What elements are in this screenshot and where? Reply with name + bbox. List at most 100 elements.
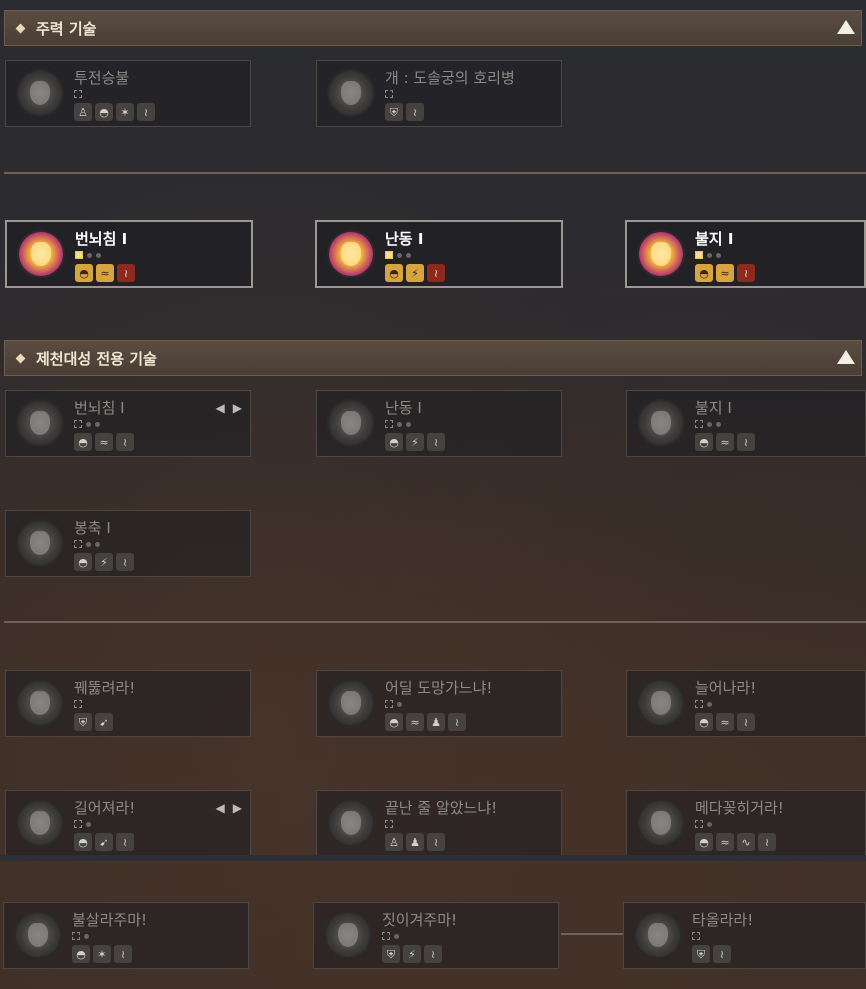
section-header-exclusive-skills[interactable]: 제천대성 전용 기술 [4,340,862,376]
skill-level [385,819,393,829]
skill-card[interactable]: 봉축 I ◓ ⚡ ≀ [5,510,251,577]
divider [4,172,866,174]
shield-icon: ⛨ [382,945,400,963]
skill-icon [639,801,683,845]
skill-name: 꿰뚫려라! [74,679,136,697]
wave-icon: ≈ [716,264,734,282]
skill-level [382,931,399,941]
skill-level [695,250,721,260]
skill-card[interactable]: 번뇌침 I ◀ ▶ ◓ ≈ ≀ [5,390,251,457]
skill-icon [639,681,683,725]
wave-icon: ≈ [716,833,734,851]
skill-name: 불살라주마! [72,911,148,929]
skill-card[interactable]: 길어져라! ◀ ▶ ◓ ➹ ≀ [5,790,251,857]
skill-card[interactable]: 불지 I ◓ ≈ ≀ [626,390,866,457]
skill-level [74,699,82,709]
skill-icon [16,913,60,957]
skill-icon [18,681,62,725]
claw-icon: ≀ [424,945,442,963]
skill-icon [326,913,370,957]
skill-name: 불지 I [695,399,732,417]
divider [4,621,866,623]
skill-name: 타올라라! [692,911,754,929]
skill-level [695,819,712,829]
skill-card[interactable]: 난동 I ◓ ⚡ ≀ [316,390,562,457]
next-arrow-icon[interactable]: ▶ [233,401,242,415]
shield-icon: ⛨ [692,945,710,963]
skill-name: 난동 I [385,399,422,417]
skill-name: 길어져라! [74,799,136,817]
mask-icon: ◓ [74,553,92,571]
claw-icon: ≀ [448,713,466,731]
skill-card[interactable]: 메다꽂히거라! ◓ ≈ ∿ ≀ [626,790,866,857]
shield-icon: ⛨ [74,713,92,731]
skill-icon [18,401,62,445]
skill-icon [639,232,683,276]
section-header-main-skills[interactable]: 주력 기술 [4,10,862,46]
mask-icon: ◓ [74,433,92,451]
skill-card[interactable]: 꿰뚫려라! ⛨ ➹ [5,670,251,737]
strike-icon: ⚡ [406,433,424,451]
mask-icon: ◓ [695,713,713,731]
skill-card[interactable]: 타올라라! ⛨ ≀ [623,902,866,969]
skill-name: 난동 I [385,230,424,248]
skill-level [695,699,712,709]
skill-level [74,819,91,829]
skill-name: 번뇌침 I [74,399,125,417]
claw-icon: ≀ [116,553,134,571]
skill-card[interactable]: 끝난 줄 알았느냐! ♙ ♟ ≀ [316,790,562,857]
claw-icon: ≀ [114,945,132,963]
next-arrow-icon[interactable]: ▶ [233,801,242,815]
skill-name: 번뇌침 I [75,230,128,248]
tiger-icon: ✶ [93,945,111,963]
skill-name: 늘어나라! [695,679,757,697]
skill-name: 불지 I [695,230,734,248]
skill-name: 메다꽂히거라! [695,799,784,817]
prev-arrow-icon[interactable]: ◀ [216,401,225,415]
claw-icon: ≀ [117,264,135,282]
skill-level [692,931,700,941]
skill-card-active[interactable]: 불지 I ◓ ≈ ≀ [625,220,866,288]
claw-icon: ≀ [737,713,755,731]
skill-level [385,89,393,99]
section-title: 제천대성 전용 기술 [36,349,157,368]
collapse-arrow-icon[interactable] [837,20,855,34]
mask-icon: ◓ [695,433,713,451]
skill-level [74,419,100,429]
claw-icon: ≀ [116,833,134,851]
skill-icon [18,71,62,115]
skill-card[interactable]: 짓이겨주마! ⛨ ⚡ ≀ [313,902,559,969]
skill-level [74,539,100,549]
skill-icon [329,801,373,845]
skill-name: 투전승불 [74,69,130,87]
section-title: 주력 기술 [36,19,97,38]
strike-icon: ⚡ [403,945,421,963]
collapse-arrow-icon[interactable] [837,350,855,364]
body-icon: ♙ [74,103,92,121]
skill-name: 끝난 줄 알았느냐! [385,799,498,817]
prev-arrow-icon[interactable]: ◀ [216,801,225,815]
connector-line [561,933,623,935]
skill-card[interactable]: 개 : 도솔궁의 호리병 ⛨ ≀ [316,60,562,127]
body-icon: ♙ [385,833,403,851]
skill-name: 어딜 도망가느냐! [385,679,493,697]
skill-level [75,250,101,260]
skill-card[interactable]: 늘어나라! ◓ ≈ ≀ [626,670,866,737]
skill-card-active[interactable]: 번뇌침 I ◓ ≈ ≀ [5,220,253,288]
skill-level [74,89,82,99]
run-icon: ➹ [95,833,113,851]
skill-icon [329,232,373,276]
mask-icon: ◓ [74,833,92,851]
claw-icon: ≀ [427,833,445,851]
skill-card[interactable]: 투전승불 ♙ ◓ ✶ ≀ [5,60,251,127]
skill-card-active[interactable]: 난동 I ◓ ⚡ ≀ [315,220,563,288]
diamond-icon [15,353,26,363]
mask-icon: ◓ [695,264,713,282]
whip-icon: ∿ [737,833,755,851]
skill-card[interactable]: 불살라주마! ◓ ✶ ≀ [3,902,249,969]
strike-icon: ⚡ [406,264,424,282]
claw-icon: ≀ [713,945,731,963]
mask-icon: ◓ [75,264,93,282]
skill-card[interactable]: 어딜 도망가느냐! ◓ ≈ ♟ ≀ [316,670,562,737]
claw-icon: ≀ [406,103,424,121]
